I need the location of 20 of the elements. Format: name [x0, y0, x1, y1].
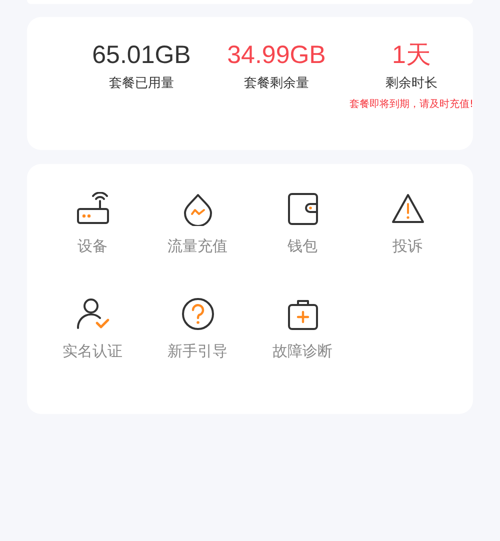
- menu-label[interactable]: 流量充值: [168, 237, 228, 256]
- stat-label: 剩余时长: [386, 75, 438, 92]
- warning-text: 套餐即将到期，请及时充值!: [348, 98, 474, 112]
- stat-value: 1天: [392, 40, 431, 71]
- router-icon[interactable]: [76, 192, 110, 226]
- help-icon[interactable]: [180, 297, 214, 331]
- stat-value: 65.01GB: [92, 40, 191, 71]
- menu-label[interactable]: 故障诊断: [272, 342, 332, 361]
- stat-value: 34.99GB: [227, 40, 326, 71]
- menu-label[interactable]: 设备: [78, 237, 108, 256]
- wallet-icon[interactable]: [286, 192, 320, 226]
- menu-label[interactable]: 实名认证: [62, 342, 122, 361]
- warning-icon[interactable]: [390, 192, 424, 226]
- menu-label[interactable]: 新手引导: [168, 342, 228, 361]
- stat-label: 套餐剩余量: [244, 75, 309, 92]
- medical-kit-icon[interactable]: [286, 297, 320, 331]
- user-check-icon[interactable]: [76, 297, 110, 331]
- menu-label[interactable]: 投诉: [392, 237, 422, 256]
- menu-label[interactable]: 钱包: [288, 237, 318, 256]
- stat-label: 套餐已用量: [109, 75, 174, 92]
